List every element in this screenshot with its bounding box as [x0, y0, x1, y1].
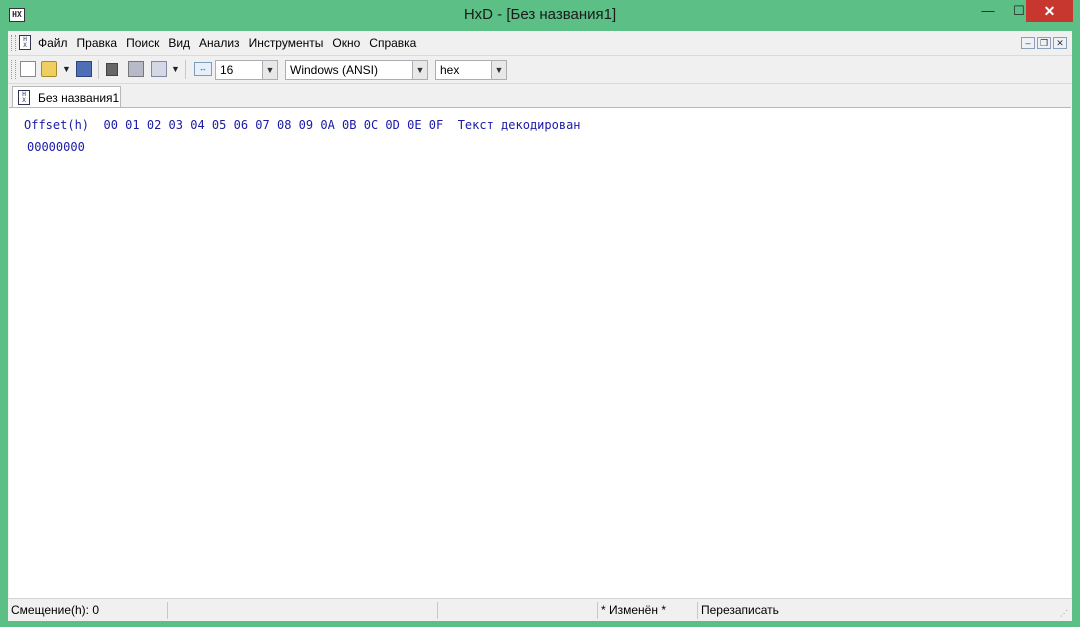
status-write-mode[interactable]: Перезаписать — [698, 602, 1072, 619]
chevron-down-icon[interactable]: ▼ — [412, 61, 427, 79]
open-file-icon[interactable] — [41, 61, 57, 77]
status-bar: Смещение(h): 0 * Изменён * Перезаписать … — [8, 598, 1072, 621]
mdi-minimize-button[interactable]: – — [1021, 37, 1035, 49]
column-header: 09 — [298, 118, 314, 132]
client-area: HX Файл Правка Поиск Вид Анализ Инструме… — [8, 31, 1072, 621]
tab-label: Без названия1 — [38, 91, 120, 105]
column-header-row: Offset(h) 00 01 02 03 04 05 06 07 08 09 … — [24, 118, 581, 132]
menu-help[interactable]: Справка — [369, 36, 421, 50]
bytes-per-row-icon: ↔ — [194, 62, 212, 76]
file-info-dropdown-icon[interactable]: ▼ — [171, 61, 180, 77]
offset-header: Offset(h) — [24, 118, 90, 132]
document-icon: HX — [18, 90, 30, 105]
title-bar[interactable]: HX HxD - [Без названия1] — ☐ ✕ — [0, 0, 1080, 31]
chevron-down-icon[interactable]: ▼ — [262, 61, 277, 79]
document-icon[interactable]: HX — [19, 35, 31, 50]
mdi-restore-button[interactable]: ❐ — [1037, 37, 1051, 49]
new-file-icon[interactable] — [20, 61, 36, 77]
column-header: 0B — [342, 118, 357, 132]
charset-select[interactable]: Windows (ANSI) ▼ — [285, 60, 428, 80]
hex-editor[interactable]: Offset(h) 00 01 02 03 04 05 06 07 08 09 … — [9, 107, 1071, 598]
menu-items: Файл Правка Поиск Вид Анализ Инструменты… — [38, 36, 425, 50]
column-header: 04 — [190, 118, 205, 132]
bytes-per-row-select[interactable]: 16 ▼ — [215, 60, 278, 80]
status-panel-blank — [438, 602, 598, 619]
column-header: 07 — [255, 118, 270, 132]
minimize-button[interactable]: — — [973, 0, 1003, 22]
column-header: 08 — [276, 118, 292, 132]
column-header: 0F — [428, 118, 444, 132]
tab-untitled1[interactable]: HX Без названия1 — [12, 86, 121, 108]
toolbar-separator — [185, 60, 186, 79]
menu-edit[interactable]: Правка — [77, 36, 123, 50]
mdi-buttons: – ❐ ✕ — [1021, 37, 1067, 49]
open-dropdown-icon[interactable]: ▼ — [62, 61, 71, 77]
toolbar-separator — [98, 60, 99, 79]
chevron-down-icon[interactable]: ▼ — [491, 61, 506, 79]
save-icon[interactable] — [76, 61, 92, 77]
decoded-text-header: Текст декодирован — [457, 118, 581, 132]
offset-base-value: hex — [440, 63, 460, 77]
ram-icon[interactable] — [128, 61, 144, 77]
column-header: 06 — [233, 118, 249, 132]
column-header: 01 — [125, 118, 140, 132]
column-header: 00 — [103, 118, 118, 132]
menu-analysis[interactable]: Анализ — [199, 36, 245, 50]
column-header: 02 — [146, 118, 162, 132]
menu-tools[interactable]: Инструменты — [249, 36, 329, 50]
status-modified: * Изменён * — [598, 602, 698, 619]
menu-grip-handle[interactable] — [11, 35, 16, 51]
column-header: 0D — [385, 118, 400, 132]
tab-strip: HX Без названия1 — [8, 84, 1072, 108]
mdi-close-button[interactable]: ✕ — [1053, 37, 1067, 49]
column-header: 0E — [407, 118, 422, 132]
status-offset: Смещение(h): 0 — [8, 602, 168, 619]
menu-search[interactable]: Поиск — [126, 36, 164, 50]
offset-cell[interactable]: 00000000 — [27, 140, 85, 154]
menu-bar: HX Файл Правка Поиск Вид Анализ Инструме… — [8, 31, 1072, 56]
toolbar-grip-handle[interactable] — [11, 60, 16, 79]
column-header: 0A — [320, 118, 335, 132]
bytes-per-row-value: 16 — [220, 63, 234, 77]
window-title: HxD - [Без названия1] — [463, 6, 617, 23]
menu-file[interactable]: Файл — [38, 36, 73, 50]
status-panel-blank — [168, 602, 438, 619]
menu-view[interactable]: Вид — [168, 36, 195, 50]
toolbar: ▼ ▼ ↔ 16 ▼ Windows (ANSI) ▼ hex ▼ — [8, 56, 1072, 84]
column-header: 05 — [211, 118, 227, 132]
app-window: HX HxD - [Без названия1] — ☐ ✕ HX Файл П… — [0, 0, 1080, 627]
charset-value: Windows (ANSI) — [290, 63, 379, 77]
column-header: 03 — [168, 118, 183, 132]
resize-grip-icon[interactable]: ⋰ — [1060, 609, 1070, 619]
close-button[interactable]: ✕ — [1026, 0, 1073, 22]
offset-base-select[interactable]: hex ▼ — [435, 60, 507, 80]
disk-icon[interactable] — [106, 63, 118, 76]
menu-window[interactable]: Окно — [332, 36, 365, 50]
column-header: 0C — [363, 118, 379, 132]
file-info-icon[interactable] — [151, 61, 167, 77]
